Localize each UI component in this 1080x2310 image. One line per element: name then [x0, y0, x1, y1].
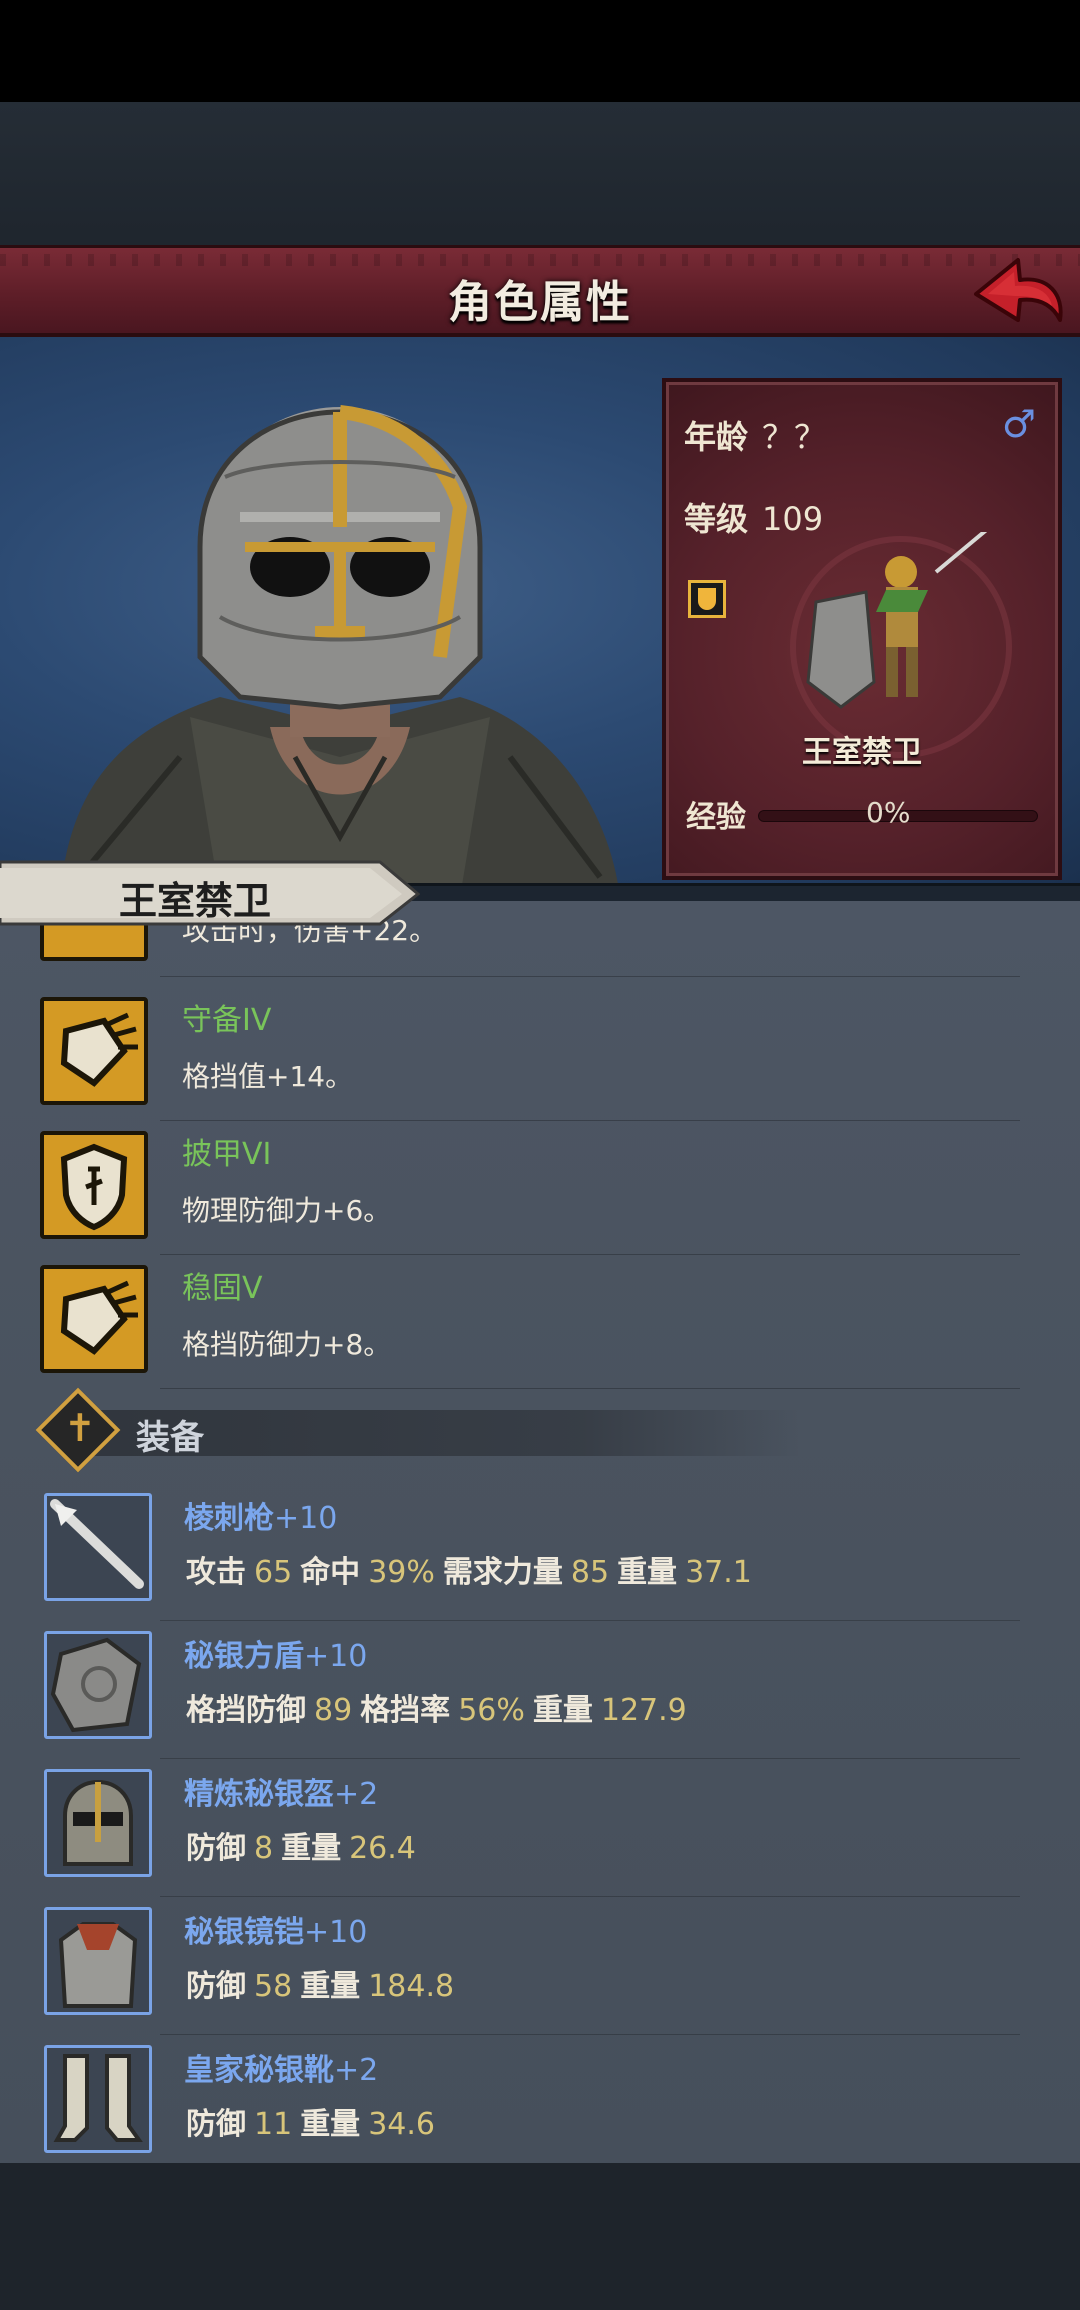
- stat-label: 防御: [186, 1831, 246, 1866]
- equipment-name-text: 精炼秘银盔: [184, 1777, 334, 1812]
- stat-value: 56%: [458, 1693, 525, 1728]
- stat-value: 184.8: [368, 1969, 455, 2004]
- equipment-item[interactable]: 棱刺枪+10 攻击 65 命中 39% 需求力量 85 重量 37.1: [0, 1483, 1080, 1621]
- stat-label: 重量: [300, 2107, 361, 2142]
- age-row: 年龄 ？？: [684, 412, 826, 458]
- stat-value: 26.4: [349, 1831, 416, 1866]
- equipment-item[interactable]: 皇家秘银靴+2 防御 11 重量 34.6: [0, 2035, 1080, 2163]
- shield-block-icon: [40, 1265, 148, 1373]
- equipment-item[interactable]: 秘银方盾+10 格挡防御 89 格挡率 56% 重量 127.9: [0, 1621, 1080, 1759]
- boots-glyph: [53, 2054, 143, 2142]
- tower-shield-glyph: [50, 1637, 142, 1733]
- bottom-bar: [0, 2163, 1080, 2310]
- shield-glyph: [60, 1143, 128, 1231]
- equipment-stats: 格挡防御 89 格挡率 56% 重量 127.9: [186, 1685, 695, 1729]
- xp-label: 经验: [686, 800, 746, 835]
- equipment-stats: 攻击 65 命中 39% 需求力量 85 重量 37.1: [186, 1547, 760, 1591]
- skill-description: 格挡防御力+8。: [182, 1328, 392, 1361]
- equipment-name-text: 皇家秘银靴: [184, 2053, 334, 2088]
- tower-shield-icon: [44, 1631, 152, 1739]
- equipment-stats: 防御 58 重量 184.8: [186, 1961, 462, 2005]
- equipment-stats: 防御 11 重量 34.6: [186, 2099, 443, 2143]
- equipment-name: 秘银镜铠+10: [184, 1907, 367, 1951]
- shield-block-icon: [40, 997, 148, 1105]
- equipment-plus: +10: [304, 1915, 368, 1950]
- male-gender-icon: ♂: [1001, 402, 1036, 446]
- equipment-plus: +2: [334, 2053, 379, 2088]
- stat-label: 攻击: [186, 1555, 246, 1590]
- class-shield-icon[interactable]: [688, 580, 726, 618]
- stat-value: 127.9: [600, 1693, 687, 1728]
- equipment-name: 棱刺枪+10: [184, 1493, 337, 1537]
- armor-icon: [44, 1907, 152, 2015]
- equipment-plus: +2: [334, 1777, 379, 1812]
- age-label: 年龄: [684, 418, 749, 456]
- stat-label: 重量: [281, 1831, 342, 1866]
- equipment-name-text: 秘银方盾: [184, 1639, 304, 1674]
- section-title: 装备: [136, 1418, 204, 1458]
- character-name: 王室禁卫: [118, 879, 271, 923]
- equipment-stats: 防御 8 重量 26.4: [186, 1823, 424, 1867]
- equipment-section-header: ✝ 装备: [35, 1387, 800, 1473]
- stat-value: 34.6: [368, 2107, 435, 2142]
- stat-label: 命中: [300, 1555, 361, 1590]
- stat-label: 格挡率: [360, 1693, 451, 1728]
- scrollable-list[interactable]: 攻击时，伤害+22。 守备IV 格挡值+14。 披甲VI 物理防御力+6。 稳固…: [0, 901, 1080, 2163]
- stat-value: 85: [570, 1555, 610, 1590]
- stat-value: 11: [254, 2107, 293, 2142]
- list-item-skill[interactable]: 守备IV 格挡值+14。: [0, 987, 1080, 1121]
- page-title: 角色属性: [448, 277, 632, 328]
- helmet-glyph: [63, 1779, 133, 1866]
- equipment-name: 皇家秘银靴+2: [184, 2045, 378, 2089]
- stat-value: 89: [314, 1693, 353, 1728]
- equipment-item[interactable]: 精炼秘银盔+2 防御 8 重量 26.4: [0, 1759, 1080, 1897]
- stat-label: 需求力量: [442, 1555, 563, 1590]
- spear-icon: [44, 1493, 152, 1601]
- equipment-name-text: 棱刺枪: [184, 1501, 274, 1536]
- equipment-item[interactable]: 秘银镜铠+10 防御 58 重量 184.8: [0, 1897, 1080, 2035]
- status-bar: [0, 0, 1080, 102]
- shield-block-glyph: [60, 1012, 138, 1087]
- stat-value: 8: [254, 1831, 274, 1866]
- list-item-skill[interactable]: 稳固V 格挡防御力+8。: [0, 1255, 1080, 1389]
- helmet-icon: [44, 1769, 152, 1877]
- stat-value: 65: [254, 1555, 293, 1590]
- equipment-name: 秘银方盾+10: [184, 1631, 367, 1675]
- boots-icon: [44, 2045, 152, 2153]
- stat-label: 格挡防御: [186, 1693, 306, 1728]
- stat-label: 重量: [300, 1969, 361, 2004]
- shield-icon: [40, 1131, 148, 1239]
- skill-description: 格挡值+14。: [182, 1060, 354, 1093]
- stat-label: 防御: [186, 2107, 246, 2142]
- shield-block-glyph: [60, 1280, 138, 1355]
- stat-label: 重量: [532, 1693, 593, 1728]
- equipment-name-text: 秘银镜铠: [184, 1915, 304, 1950]
- equipment-plus: +10: [304, 1639, 368, 1674]
- xp-value: 0%: [866, 796, 911, 829]
- stat-label: 重量: [617, 1555, 678, 1590]
- spear-glyph: [50, 1499, 144, 1589]
- skill-name: 守备IV: [182, 1003, 272, 1038]
- character-info-panel: 年龄？？ ♂ 等级 109 王室禁卫 经验 0%: [662, 378, 1062, 880]
- stat-value: 39%: [368, 1555, 435, 1590]
- back-arrow-icon[interactable]: [968, 254, 1068, 332]
- equipment-name: 精炼秘银盔+2: [184, 1769, 378, 1813]
- skill-name: 披甲VI: [182, 1137, 272, 1172]
- skill-name: 稳固V: [182, 1271, 263, 1306]
- title-bar: 角色属性: [0, 245, 1080, 337]
- armor-glyph: [58, 1922, 138, 2008]
- list-item-skill[interactable]: 披甲VI 物理防御力+6。: [0, 1121, 1080, 1255]
- level-label: 等级: [684, 500, 749, 538]
- stat-value: 37.1: [685, 1555, 752, 1590]
- stat-value: 58: [254, 1969, 293, 2004]
- skill-description: 物理防御力+6。: [182, 1194, 392, 1227]
- character-portrait: [60, 405, 620, 897]
- age-value: ？？: [762, 418, 827, 456]
- unit-name: 王室禁卫: [802, 735, 922, 770]
- equipment-plus: +10: [274, 1501, 338, 1536]
- stat-label: 防御: [186, 1969, 246, 2004]
- cross-icon: ✝: [64, 1406, 96, 1450]
